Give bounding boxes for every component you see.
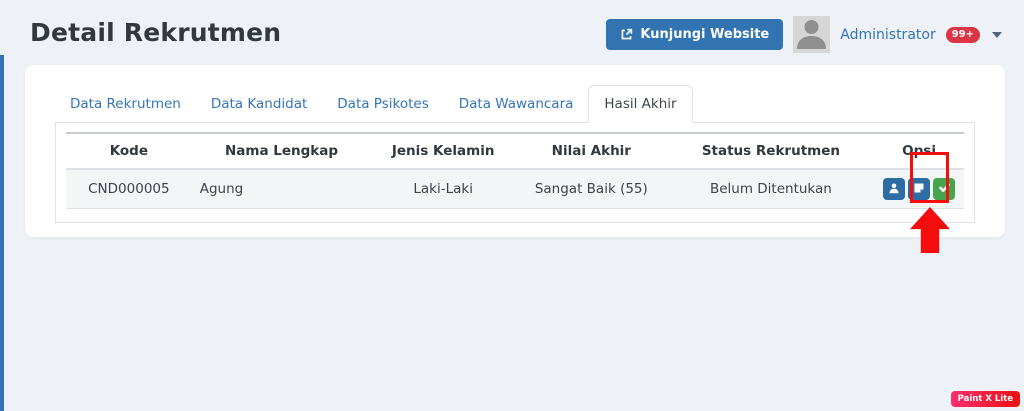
tab-data-kandidat[interactable]: Data Kandidat bbox=[196, 86, 322, 122]
visit-website-label: Kunjungi Website bbox=[640, 27, 770, 42]
avatar[interactable] bbox=[793, 16, 831, 53]
table-header-row: Kode Nama Lengkap Jenis Kelamin Nilai Ak… bbox=[66, 133, 964, 169]
table-row: CND000005 Agung Laki-Laki Sangat Baik (5… bbox=[66, 169, 964, 209]
sidebar-edge bbox=[0, 55, 4, 411]
col-jenis-kelamin: Jenis Kelamin bbox=[391, 143, 495, 159]
notification-badge: 99+ bbox=[945, 26, 980, 43]
tab-bar: Data Rekrutmen Data Kandidat Data Psikot… bbox=[55, 85, 975, 123]
tab-data-rekrutmen[interactable]: Data Rekrutmen bbox=[55, 86, 196, 122]
tab-data-psikotes[interactable]: Data Psikotes bbox=[322, 86, 443, 122]
tab-data-wawancara[interactable]: Data Wawancara bbox=[444, 86, 589, 122]
col-status-rekrutmen: Status Rekrutmen bbox=[701, 143, 840, 159]
page-title: Detail Rekrutmen bbox=[30, 18, 282, 47]
cell-nama: Agung bbox=[199, 181, 244, 197]
person-silhouette-icon bbox=[793, 16, 830, 53]
user-name[interactable]: Administrator bbox=[840, 27, 935, 43]
cell-jenis-kelamin: Laki-Laki bbox=[413, 181, 473, 197]
col-nama-lengkap: Nama Lengkap bbox=[224, 143, 339, 159]
tab-hasil-akhir[interactable]: Hasil Akhir bbox=[588, 85, 693, 123]
cell-nilai-akhir: Sangat Baik (55) bbox=[534, 181, 648, 197]
chevron-down-icon[interactable] bbox=[992, 31, 1002, 38]
external-link-icon bbox=[620, 28, 633, 41]
tab-panel-hasil-akhir: Kode Nama Lengkap Jenis Kelamin Nilai Ak… bbox=[55, 122, 975, 223]
view-candidate-button[interactable] bbox=[883, 178, 906, 200]
header-actions: Kunjungi Website Administrator 99+ bbox=[606, 16, 1002, 53]
visit-website-button[interactable]: Kunjungi Website bbox=[606, 19, 784, 50]
detail-card: Data Rekrutmen Data Kandidat Data Psikot… bbox=[25, 65, 1005, 237]
annotation-highlight-rect bbox=[910, 152, 949, 203]
hasil-akhir-table: Kode Nama Lengkap Jenis Kelamin Nilai Ak… bbox=[66, 132, 964, 209]
cell-kode: CND000005 bbox=[88, 181, 170, 197]
col-kode: Kode bbox=[109, 143, 149, 159]
col-nilai-akhir: Nilai Akhir bbox=[551, 143, 631, 159]
user-icon bbox=[888, 182, 900, 197]
cell-status-rekrutmen: Belum Ditentukan bbox=[709, 181, 832, 197]
watermark-badge: Paint X Lite bbox=[950, 390, 1020, 407]
